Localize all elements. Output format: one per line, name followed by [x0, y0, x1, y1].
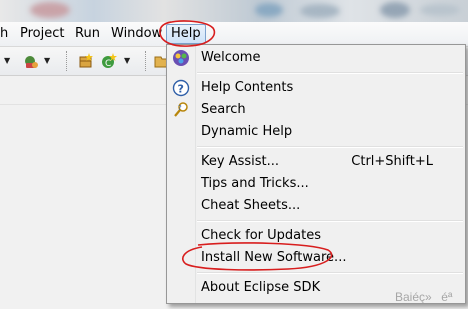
menu-separator	[197, 146, 463, 148]
menu-run[interactable]: Run	[72, 25, 103, 43]
menu-item-cheat-sheets[interactable]: Cheat Sheets...	[167, 195, 465, 217]
menu-item-label: Key Assist...	[201, 154, 280, 169]
menu-item-help-contents[interactable]: ? Help Contents	[167, 77, 465, 99]
window-title-strip	[0, 0, 468, 22]
svg-text:C: C	[105, 59, 111, 69]
help-menu-dropdown: Welcome ? Help Contents ? Search Dynamic…	[166, 44, 466, 304]
toolbar-separator	[66, 51, 68, 71]
new-package-icon[interactable]	[77, 52, 95, 70]
menu-window[interactable]: Window	[108, 25, 165, 43]
dropdown-arrow-icon[interactable]: ▼	[4, 53, 10, 69]
help-question-icon: ?	[172, 79, 190, 97]
menu-item-search[interactable]: ? Search	[167, 99, 465, 121]
svg-text:?: ?	[178, 83, 184, 96]
menu-search[interactable]: h	[0, 25, 11, 43]
menu-item-key-assist[interactable]: Key Assist... Ctrl+Shift+L	[167, 151, 465, 173]
menu-item-label: About Eclipse SDK	[201, 280, 321, 295]
new-class-dropdown-arrow-icon[interactable]: ▼	[124, 53, 130, 69]
menu-item-label: Check for Updates	[201, 228, 321, 243]
menu-separator	[197, 72, 463, 74]
menu-separator	[197, 272, 463, 274]
menu-item-label: Install New Software...	[201, 250, 347, 265]
shortcut-label: Ctrl+Shift+L	[351, 154, 433, 169]
search-help-icon: ?	[172, 101, 190, 119]
debug-dropdown-arrow-icon[interactable]: ▼	[44, 53, 50, 69]
menu-item-label: Cheat Sheets...	[201, 198, 301, 213]
menu-item-label: Welcome	[201, 50, 261, 65]
new-class-icon[interactable]: C	[100, 52, 118, 70]
menu-item-label: Help Contents	[201, 80, 294, 95]
menu-item-tips-and-tricks[interactable]: Tips and Tricks...	[167, 173, 465, 195]
debug-icon[interactable]	[22, 52, 40, 70]
watermark: Baiéç»éª	[394, 290, 462, 304]
menu-item-label: Search	[201, 102, 246, 117]
menu-item-welcome[interactable]: Welcome	[167, 47, 465, 69]
menu-item-dynamic-help[interactable]: Dynamic Help	[167, 121, 465, 143]
menu-help[interactable]: Help	[166, 24, 206, 44]
menu-item-label: Tips and Tricks...	[201, 176, 309, 191]
menu-separator	[197, 220, 463, 222]
toolbar-separator	[145, 51, 147, 71]
menu-item-label: Dynamic Help	[201, 124, 293, 139]
welcome-icon	[172, 49, 190, 67]
menu-project[interactable]: Project	[17, 25, 67, 43]
menu-item-install-new-software[interactable]: Install New Software...	[167, 247, 465, 269]
menu-item-check-for-updates[interactable]: Check for Updates	[167, 225, 465, 247]
svg-text:?: ?	[178, 104, 182, 112]
